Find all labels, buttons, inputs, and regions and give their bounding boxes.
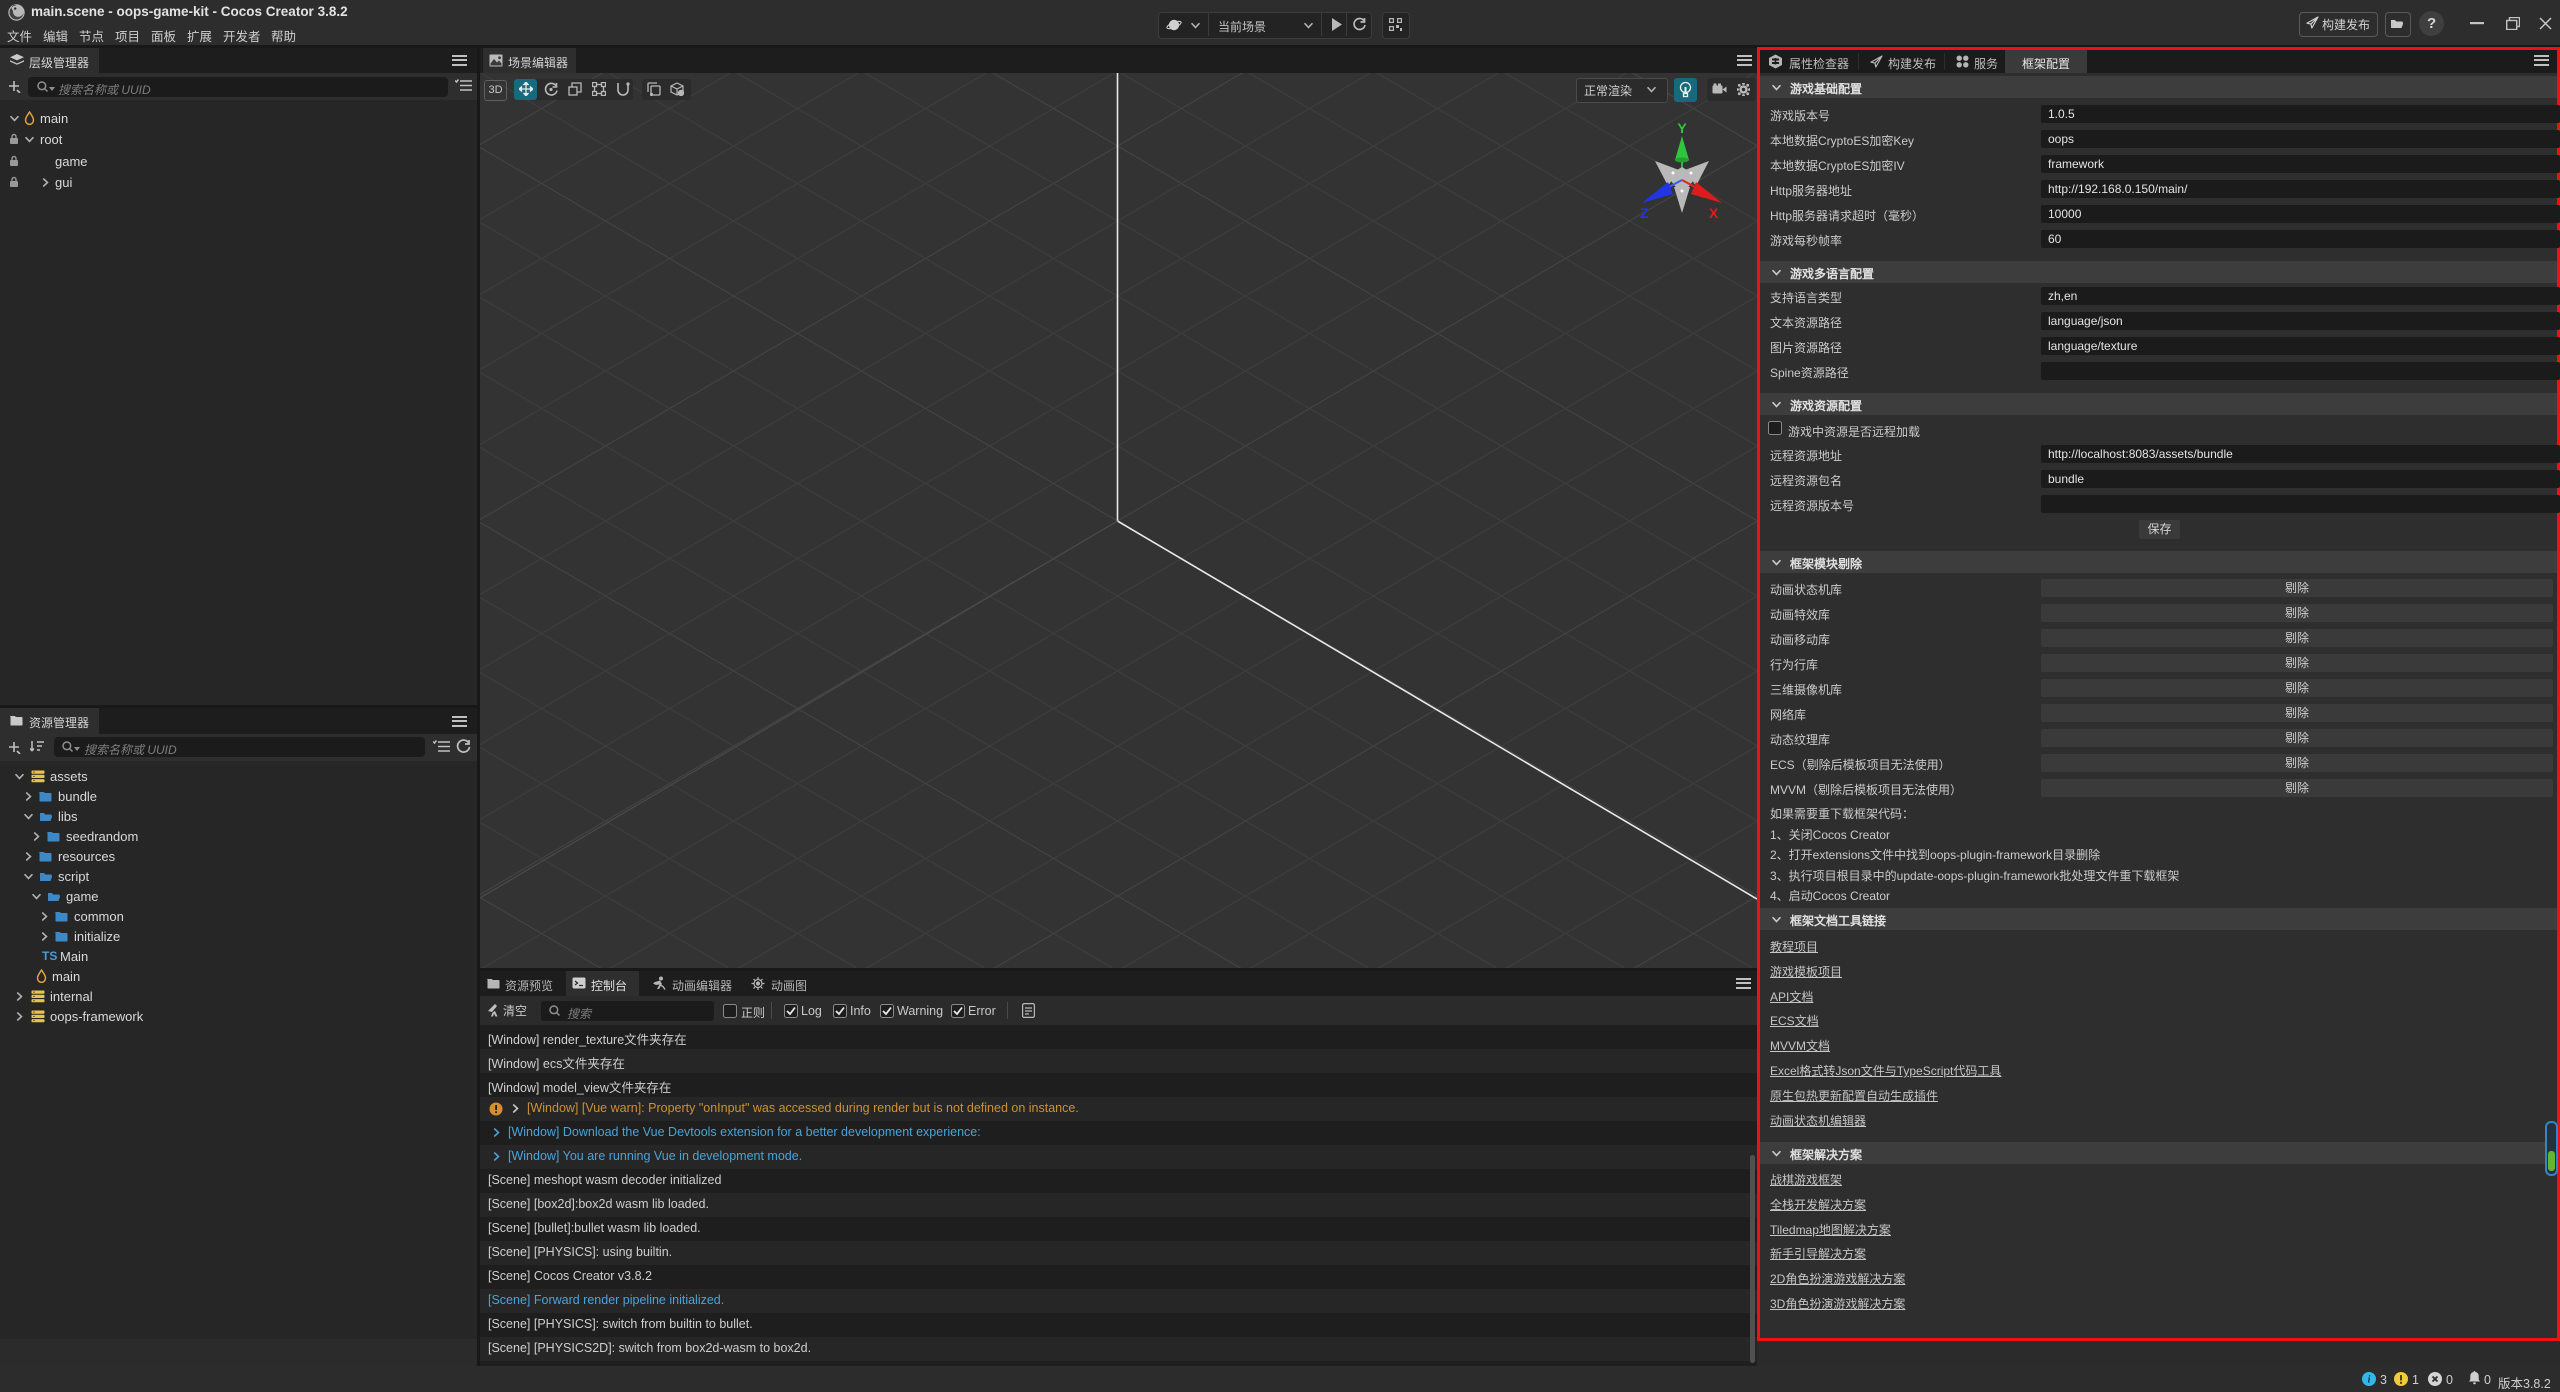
svg-text:Z: Z (1640, 205, 1649, 218)
svg-text:Y: Y (1677, 120, 1687, 136)
svg-text:i: i (2368, 1375, 2371, 1386)
svg-text:X: X (1709, 205, 1719, 218)
